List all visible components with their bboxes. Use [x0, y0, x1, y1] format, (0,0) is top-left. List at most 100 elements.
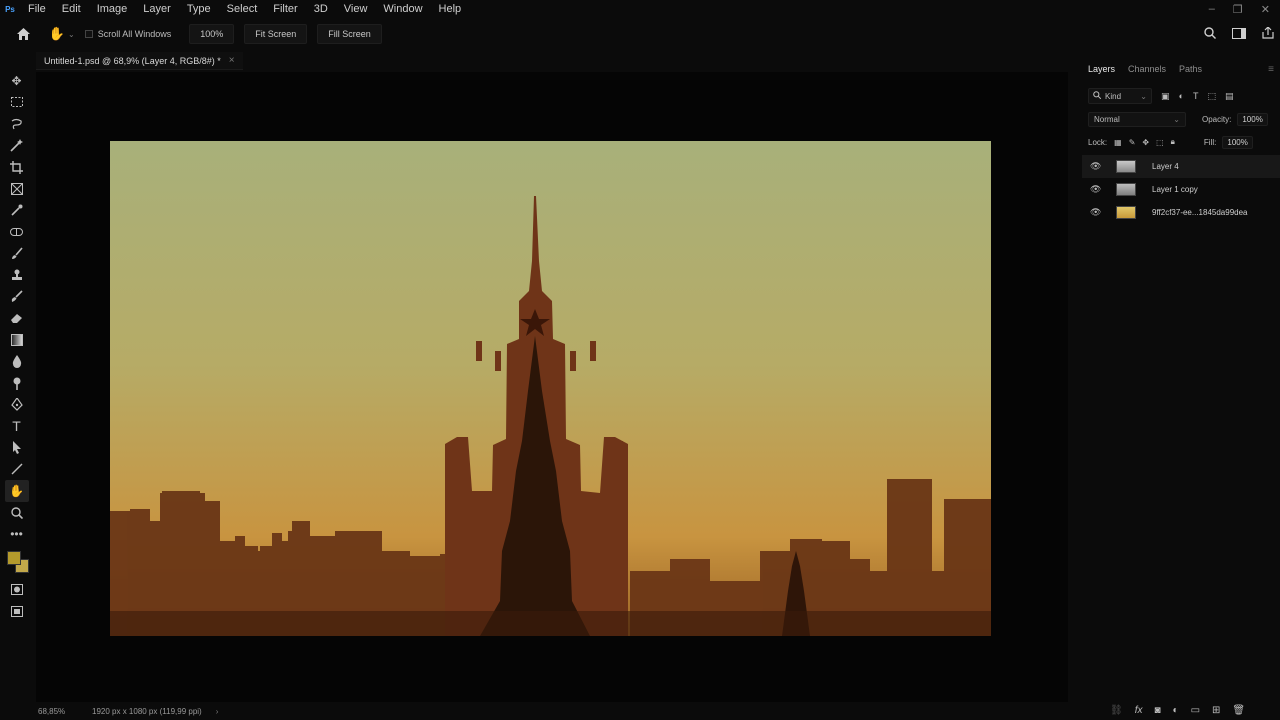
lock-transparent-icon[interactable]: ▦ [1114, 138, 1122, 147]
healing-brush-tool-icon[interactable] [5, 221, 29, 243]
menu-3d[interactable]: 3D [306, 0, 336, 18]
quick-mask-icon[interactable] [5, 579, 29, 601]
zoom-level[interactable]: 68,85% [38, 707, 88, 716]
menu-edit[interactable]: Edit [54, 0, 89, 18]
skyline-artwork [110, 141, 991, 636]
eraser-tool-icon[interactable] [5, 308, 29, 330]
layer-name: Layer 1 copy [1152, 185, 1198, 194]
document-tab[interactable]: Untitled-1.psd @ 68,9% (Layer 4, RGB/8#)… [36, 52, 243, 70]
blend-mode-select[interactable]: Normal ⌄ [1088, 111, 1186, 127]
screen-mode-icon[interactable] [5, 601, 29, 623]
fill-screen-button[interactable]: Fill Screen [317, 24, 382, 44]
frame-tool-icon[interactable] [5, 178, 29, 200]
lasso-tool-icon[interactable] [5, 113, 29, 135]
link-layers-icon[interactable]: ⛓︎ [1110, 705, 1123, 716]
menu-type[interactable]: Type [179, 0, 219, 18]
lock-all-icon[interactable]: 🔒︎ [1171, 137, 1175, 147]
gradient-tool-icon[interactable] [5, 329, 29, 351]
menu-select[interactable]: Select [219, 0, 266, 18]
dodge-tool-icon[interactable] [5, 372, 29, 394]
menu-window[interactable]: Window [375, 0, 430, 18]
clone-stamp-tool-icon[interactable] [5, 264, 29, 286]
filter-shape-icon[interactable]: ⬚ [1207, 91, 1216, 102]
document-dimensions: 1920 px x 1080 px (119,99 ppi) [92, 706, 202, 716]
foreground-color-swatch[interactable] [6, 551, 21, 566]
zoom-100-button[interactable]: 100% [189, 24, 235, 44]
filter-adjustment-icon[interactable]: ◐ [1179, 91, 1184, 101]
tab-channels[interactable]: Channels [1128, 64, 1166, 74]
menu-layer[interactable]: Layer [135, 0, 179, 18]
filter-type-icon[interactable]: T [1193, 91, 1199, 101]
blur-tool-icon[interactable] [5, 351, 29, 373]
close-window-button[interactable]: ✕ [1261, 3, 1270, 16]
filter-kind-select[interactable]: Kind ⌄ [1088, 88, 1152, 104]
home-icon[interactable] [12, 23, 34, 45]
opacity-input[interactable]: 100% [1237, 112, 1268, 126]
move-tool-icon[interactable]: ✥ [5, 70, 29, 92]
restore-button[interactable]: ❐ [1233, 3, 1243, 16]
workspace-icon[interactable] [1232, 27, 1246, 42]
brush-tool-icon[interactable] [5, 243, 29, 265]
adjustment-layer-icon[interactable]: ◐ [1173, 705, 1179, 716]
layer-row[interactable]: 👁︎ Layer 1 copy [1082, 178, 1280, 201]
minimize-button[interactable]: – [1209, 3, 1215, 15]
layers-panel-footer: ⛓︎ fx ◙ ◐ ▭ ⊞ 🗑︎ [1110, 705, 1245, 716]
checkbox-box[interactable] [84, 30, 93, 38]
layer-list: 👁︎ Layer 4 👁︎ Layer 1 copy 👁︎ 9ff2cf37-e… [1082, 155, 1280, 224]
zoom-tool-icon[interactable] [5, 502, 29, 524]
canvas-image[interactable] [110, 141, 991, 636]
fit-screen-button[interactable]: Fit Screen [244, 24, 308, 44]
fill-control: Fill: 100% [1203, 135, 1253, 149]
eye-icon[interactable]: 👁︎ [1090, 184, 1104, 195]
lock-row: Lock: ▦ ✎ ✥ ⬚ 🔒︎ Fill: 100% [1082, 133, 1280, 151]
more-tools-icon[interactable]: ••• [5, 523, 29, 545]
layer-row[interactable]: 👁︎ Layer 4 [1082, 155, 1280, 178]
hand-tool-icon[interactable]: ✋ [46, 23, 68, 45]
layer-style-fx-icon[interactable]: fx [1135, 705, 1143, 716]
lock-position-icon[interactable]: ✥ [1142, 138, 1149, 147]
search-icon[interactable] [1204, 26, 1216, 42]
layer-row[interactable]: 👁︎ 9ff2cf37-ee...1845da99dea [1082, 201, 1280, 224]
status-bar: 68,85% 1920 px x 1080 px (119,99 ppi) › [0, 702, 1080, 720]
new-layer-icon[interactable]: ⊞ [1212, 705, 1220, 716]
fill-label: Fill: [1203, 137, 1217, 147]
eyedropper-tool-icon[interactable] [5, 200, 29, 222]
options-right [1204, 22, 1274, 46]
scroll-all-windows-checkbox[interactable]: Scroll All Windows [84, 29, 171, 39]
line-tool-icon[interactable] [5, 459, 29, 481]
new-group-icon[interactable]: ▭ [1191, 705, 1200, 716]
menu-file[interactable]: File [20, 0, 54, 18]
hand-tool-selected-icon[interactable]: ✋ [4, 480, 29, 502]
filter-smart-object-icon[interactable]: ▤ [1225, 91, 1234, 102]
delete-layer-icon[interactable]: 🗑︎ [1232, 705, 1245, 716]
tool-preset-chevron-icon[interactable]: ⌄ [68, 30, 75, 39]
eye-icon[interactable]: 👁︎ [1090, 207, 1104, 218]
menu-image[interactable]: Image [89, 0, 136, 18]
tools-panel: ✥ T ✋ ••• [0, 70, 33, 710]
history-brush-tool-icon[interactable] [5, 286, 29, 308]
eye-icon[interactable]: 👁︎ [1090, 161, 1104, 172]
filter-pixel-icon[interactable]: ▣ [1161, 91, 1170, 102]
pen-tool-icon[interactable] [5, 394, 29, 416]
menu-filter[interactable]: Filter [265, 0, 305, 18]
crop-tool-icon[interactable] [5, 156, 29, 178]
tab-layers[interactable]: Layers [1088, 64, 1115, 74]
color-swatches[interactable] [3, 549, 31, 579]
layer-name: 9ff2cf37-ee...1845da99dea [1152, 208, 1248, 217]
status-arrow-icon[interactable]: › [216, 707, 219, 716]
menu-view[interactable]: View [336, 0, 376, 18]
add-mask-icon[interactable]: ◙ [1154, 705, 1160, 716]
menu-help[interactable]: Help [431, 0, 470, 18]
fill-input[interactable]: 100% [1222, 135, 1253, 149]
lock-artboard-icon[interactable]: ⬚ [1156, 138, 1164, 147]
layer-thumbnail [1116, 183, 1136, 196]
share-icon[interactable] [1262, 25, 1274, 42]
marquee-tool-icon[interactable] [5, 92, 29, 114]
magic-wand-tool-icon[interactable] [5, 135, 29, 157]
panel-menu-icon[interactable]: ≡ [1268, 64, 1274, 75]
tab-paths[interactable]: Paths [1179, 64, 1202, 74]
path-selection-tool-icon[interactable] [5, 437, 29, 459]
type-tool-icon[interactable]: T [5, 416, 29, 438]
close-document-icon[interactable]: × [229, 55, 235, 66]
lock-pixels-icon[interactable]: ✎ [1129, 138, 1136, 147]
